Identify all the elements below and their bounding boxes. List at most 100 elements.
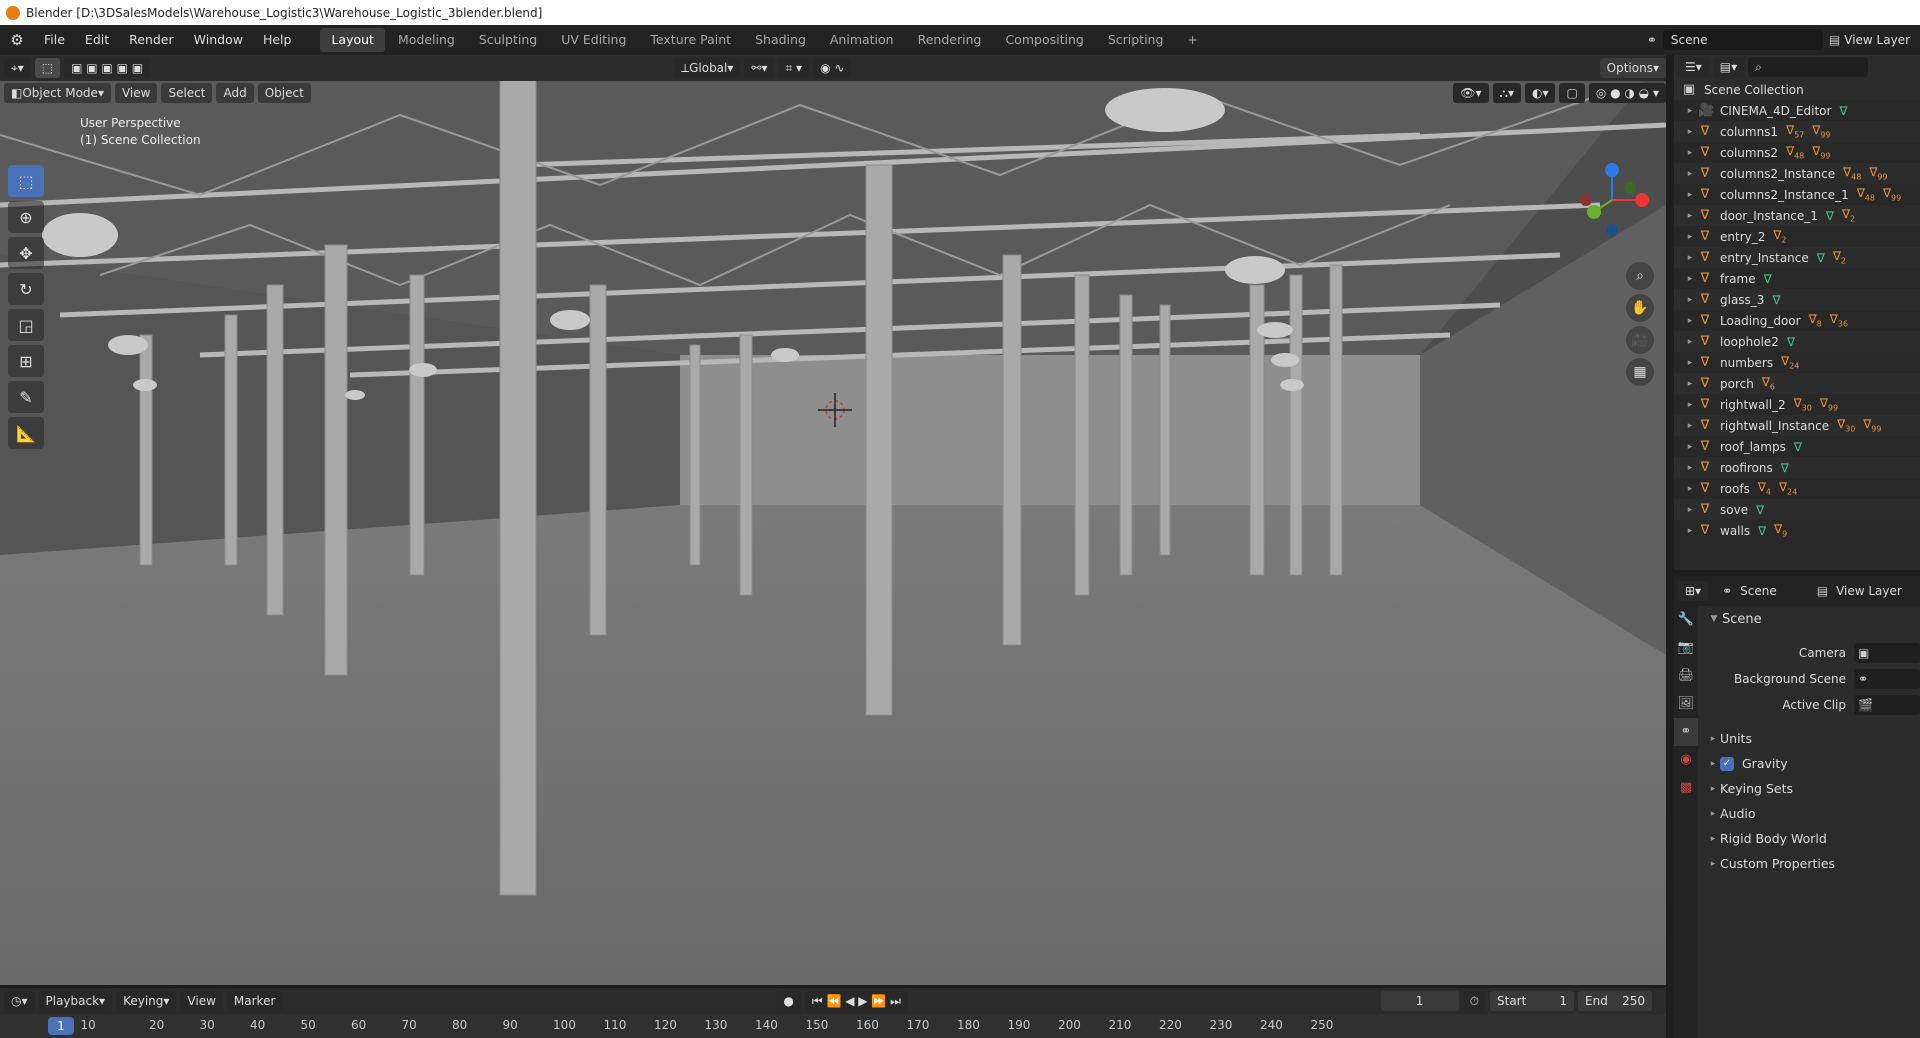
- data-count-badge[interactable]: ∇: [1787, 335, 1795, 349]
- data-count-badge[interactable]: ∇2: [1773, 228, 1786, 244]
- data-count-badge[interactable]: ∇99: [1883, 186, 1901, 202]
- expand-icon[interactable]: ▸: [1682, 169, 1698, 179]
- start-frame-field[interactable]: Start 1: [1490, 991, 1574, 1011]
- tab-shading[interactable]: Shading: [744, 28, 817, 52]
- output-tab-icon[interactable]: 🖨: [1674, 662, 1698, 690]
- expand-icon[interactable]: ▸: [1682, 253, 1698, 263]
- camera-field[interactable]: ▣: [1854, 643, 1920, 663]
- rotate-tool-icon[interactable]: ↻: [8, 273, 44, 305]
- xray-icon[interactable]: ▢: [1559, 83, 1585, 103]
- move-tool-icon[interactable]: ✥: [8, 237, 44, 269]
- record-icon[interactable]: ●: [776, 991, 801, 1011]
- tab-modeling[interactable]: Modeling: [387, 28, 466, 52]
- outliner-item[interactable]: ▸ 🎥 CINEMA_4D_Editor ∇: [1674, 100, 1920, 121]
- outliner-item[interactable]: ▸ ∇ roofirons ∇: [1674, 457, 1920, 478]
- render-tab-icon[interactable]: 📷: [1674, 634, 1698, 662]
- active-clip-field[interactable]: 🎬: [1854, 695, 1920, 715]
- select-menu[interactable]: Select: [161, 83, 213, 103]
- expand-icon[interactable]: ▸: [1682, 484, 1698, 494]
- outliner-item[interactable]: ▸ ∇ entry_2 ∇2: [1674, 226, 1920, 247]
- data-count-badge[interactable]: ∇99: [1820, 396, 1838, 412]
- expand-icon[interactable]: ▸: [1682, 190, 1698, 200]
- pan-hand-icon[interactable]: ✋: [1626, 294, 1654, 322]
- tab-layout[interactable]: Layout: [320, 28, 385, 52]
- expand-icon[interactable]: ▸: [1682, 505, 1698, 515]
- data-count-badge[interactable]: ∇24: [1781, 354, 1799, 370]
- outliner-item[interactable]: ▸ ∇ columns2 ∇48 ∇99: [1674, 142, 1920, 163]
- data-count-badge[interactable]: ∇48: [1843, 165, 1861, 181]
- data-count-badge[interactable]: ∇99: [1812, 123, 1830, 139]
- outliner-search-input[interactable]: ⌕: [1748, 57, 1869, 77]
- scene-tab[interactable]: Scene: [1740, 584, 1777, 598]
- scene-section[interactable]: ▼ Scene: [1700, 606, 1920, 632]
- navigation-gizmo[interactable]: [1572, 160, 1652, 240]
- current-frame-indicator[interactable]: 1: [48, 1017, 74, 1035]
- blender-menu-icon[interactable]: ⚙: [0, 31, 34, 49]
- data-count-badge[interactable]: ∇99: [1869, 165, 1887, 181]
- tab-scripting[interactable]: Scripting: [1097, 28, 1175, 52]
- data-count-badge[interactable]: ∇: [1826, 209, 1834, 223]
- data-count-badge[interactable]: ∇99: [1863, 417, 1881, 433]
- data-count-badge[interactable]: ∇6: [1762, 375, 1775, 391]
- expand-icon[interactable]: ▸: [1682, 148, 1698, 158]
- gizmo-toggle-icon[interactable]: ⛬▾: [1492, 83, 1521, 103]
- outliner-item[interactable]: ▸ ∇ columns2_Instance_1 ∇48 ∇99: [1674, 184, 1920, 205]
- zoom-icon[interactable]: ⌕: [1626, 262, 1654, 290]
- timeline-view-menu[interactable]: View: [180, 991, 223, 1011]
- expand-icon[interactable]: ▸: [1682, 316, 1698, 326]
- overlay-toggle-icon[interactable]: ◐▾: [1524, 83, 1556, 103]
- stopwatch-icon[interactable]: ⏱: [1462, 991, 1486, 1011]
- select-box-tool-icon[interactable]: ⬚: [8, 165, 44, 197]
- outliner-item[interactable]: ▸ ∇ rightwall_2 ∇30 ∇99: [1674, 394, 1920, 415]
- expand-icon[interactable]: ▸: [1682, 421, 1698, 431]
- outliner-item[interactable]: ▸ ∇ columns2_Instance ∇48 ∇99: [1674, 163, 1920, 184]
- timeline-ruler[interactable]: 1 10 20 30 40 50 60 70 80 90 100 110 120 130 140 150 16…: [0, 1014, 1666, 1038]
- outliner-item[interactable]: ▸ ∇ glass_3 ∇: [1674, 289, 1920, 310]
- expand-icon[interactable]: ▸: [1682, 379, 1698, 389]
- units-panel[interactable]: ▸ Units: [1700, 726, 1920, 751]
- 3d-viewport[interactable]: User Perspective (1) Scene Collection ⬚ …: [0, 55, 1666, 985]
- data-count-badge[interactable]: ∇: [1817, 251, 1825, 265]
- outliner-item[interactable]: ▸ ∇ rightwall_Instance ∇30 ∇99: [1674, 415, 1920, 436]
- tab-animation[interactable]: Animation: [819, 28, 905, 52]
- tab-sculpting[interactable]: Sculpting: [468, 28, 548, 52]
- data-count-badge[interactable]: ∇: [1794, 440, 1802, 454]
- camera-view-icon[interactable]: 🎥: [1626, 326, 1654, 354]
- outliner-item[interactable]: ▸ ∇ porch ∇6: [1674, 373, 1920, 394]
- properties-editor-icon[interactable]: ⊞▾: [1678, 581, 1709, 601]
- expand-icon[interactable]: ▸: [1682, 400, 1698, 410]
- expand-icon[interactable]: ▸: [1682, 358, 1698, 368]
- menu-edit[interactable]: Edit: [75, 25, 119, 55]
- expand-icon[interactable]: ▸: [1682, 295, 1698, 305]
- outliner-item[interactable]: ▸ ∇ loophole2 ∇: [1674, 331, 1920, 352]
- end-frame-field[interactable]: End 250: [1578, 991, 1652, 1011]
- outliner-item[interactable]: ▸ ∇ Loading_door ∇8 ∇36: [1674, 310, 1920, 331]
- data-count-badge[interactable]: ∇: [1839, 104, 1847, 118]
- playback-controls-icon[interactable]: ⏮ ⏪ ◀ ▶ ⏩ ⏭: [804, 991, 908, 1011]
- outliner-item[interactable]: ▸ ∇ sove ∇: [1674, 499, 1920, 520]
- data-count-badge[interactable]: ∇48: [1857, 186, 1875, 202]
- measure-tool-icon[interactable]: 📐: [8, 417, 44, 449]
- tab-compositing[interactable]: Compositing: [994, 28, 1094, 52]
- view-layer-selector[interactable]: View Layer: [1844, 33, 1910, 47]
- data-count-badge[interactable]: ∇: [1756, 503, 1764, 517]
- transform-tool-icon[interactable]: ⊞: [8, 345, 44, 377]
- outliner-item[interactable]: ▸ ∇ roof_lamps ∇: [1674, 436, 1920, 457]
- expand-icon[interactable]: ▸: [1682, 106, 1698, 116]
- outliner-item[interactable]: ▸ ∇ frame ∇: [1674, 268, 1920, 289]
- world-tab-icon[interactable]: ◉: [1674, 746, 1698, 774]
- texture-tab-icon[interactable]: ▩: [1674, 774, 1698, 802]
- menu-help[interactable]: Help: [253, 25, 302, 55]
- expand-icon[interactable]: ▸: [1682, 463, 1698, 473]
- custom-properties-panel[interactable]: ▸ Custom Properties: [1700, 851, 1920, 876]
- scale-tool-icon[interactable]: ◲: [8, 309, 44, 341]
- keying-sets-panel[interactable]: ▸ Keying Sets: [1700, 776, 1920, 801]
- shading-modes-icon[interactable]: ◎ ● ◑ ◒ ▾: [1588, 83, 1666, 103]
- mode-selector[interactable]: ◧ Object Mode ▾: [4, 83, 111, 103]
- editor-type-icon[interactable]: ⌖▾: [4, 58, 31, 78]
- gravity-panel[interactable]: ▸ ✓ Gravity: [1700, 751, 1920, 776]
- expand-icon[interactable]: ▸: [1682, 232, 1698, 242]
- scene-selector[interactable]: Scene: [1662, 30, 1823, 50]
- expand-icon[interactable]: ▸: [1682, 127, 1698, 137]
- outliner-item[interactable]: ▸ ∇ walls ∇ ∇9: [1674, 520, 1920, 541]
